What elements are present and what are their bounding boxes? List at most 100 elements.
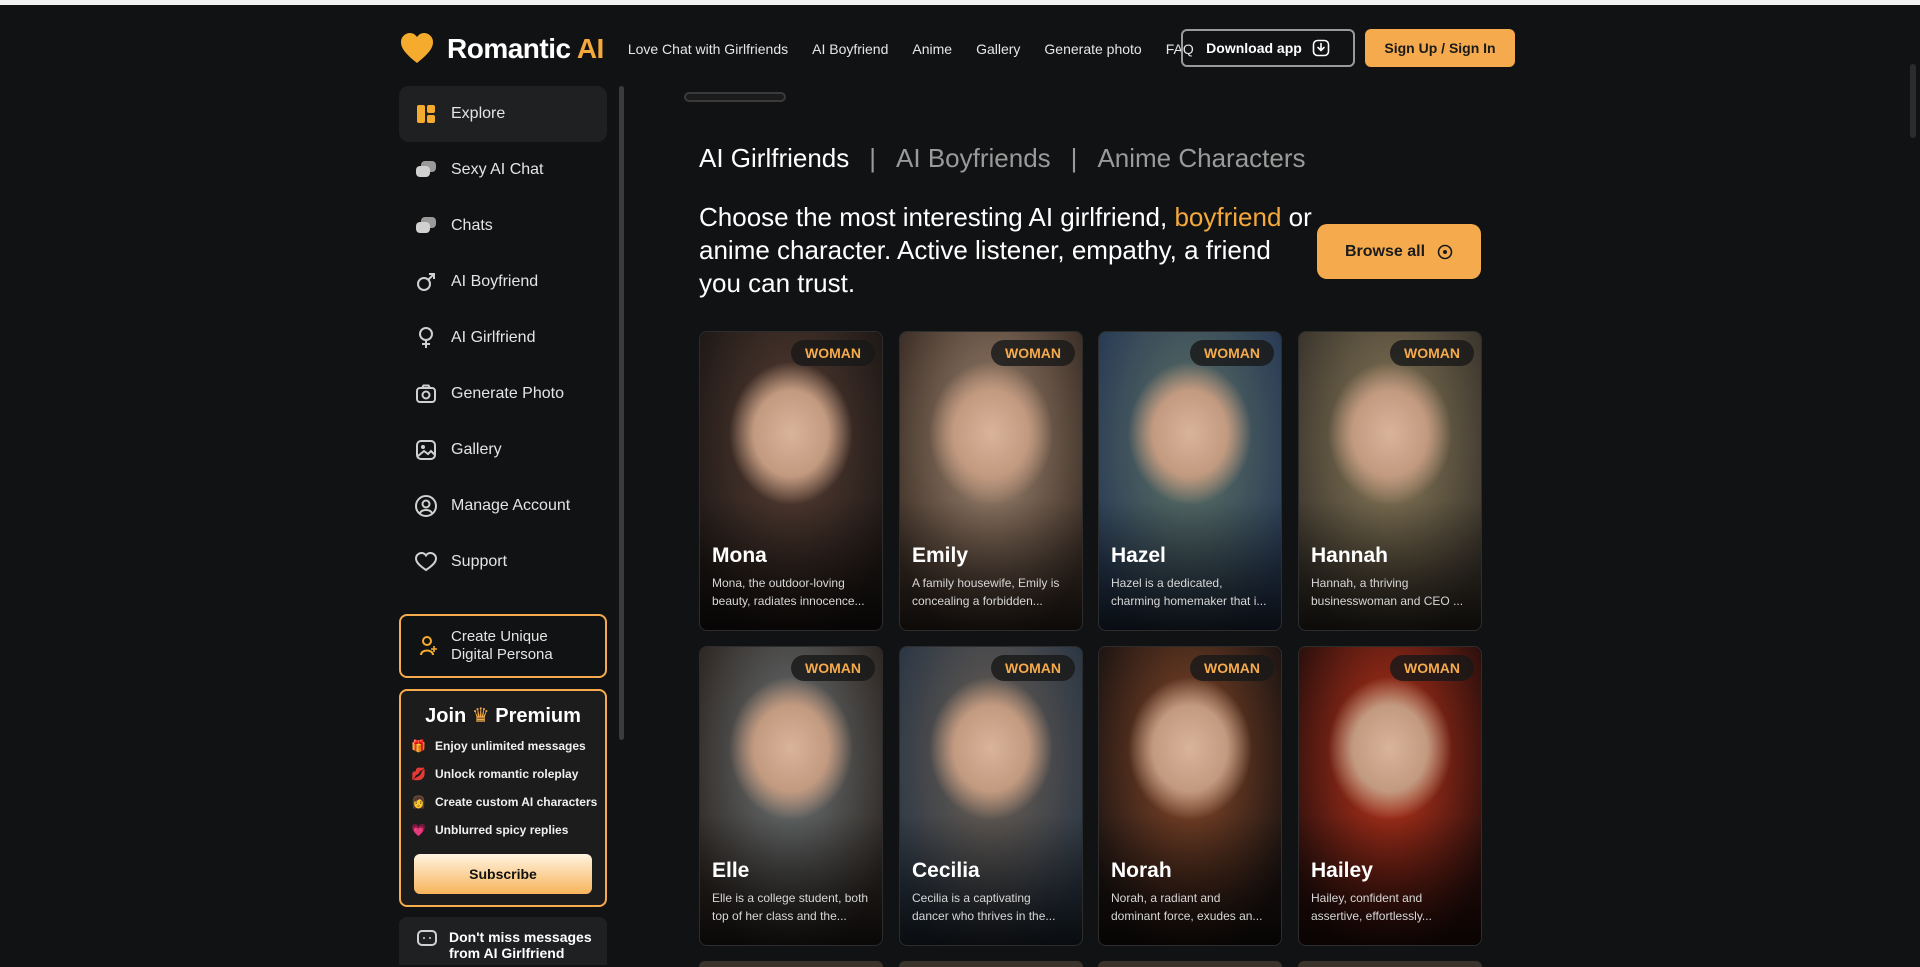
woman-face-icon: 👩 [411, 795, 426, 809]
character-name: Hailey [1311, 859, 1373, 882]
page-scrollbar[interactable] [1910, 64, 1916, 138]
camera-icon [415, 383, 437, 405]
notify-line-1: Don't miss messages [449, 929, 592, 945]
character-card[interactable]: WOMAN Mona Mona, the outdoor-loving beauty… [699, 331, 883, 631]
character-description: Norah, a radiant and dominant force, exu… [1111, 891, 1263, 923]
top-strip [0, 0, 1920, 5]
tab-ai-girlfriends[interactable]: AI Girlfriends [699, 143, 849, 174]
premium-perk: 🎁 Enjoy unlimited messages [411, 736, 605, 756]
sidebar-item-gallery[interactable]: Gallery [399, 422, 607, 478]
gender-badge: WOMAN [1390, 655, 1474, 681]
heart-support-icon [415, 551, 437, 573]
create-persona-button[interactable]: Create Unique Digital Persona [399, 614, 607, 678]
character-card[interactable]: WOMAN Emily A family housewife, Emily is c… [899, 331, 1083, 631]
tab-separator: | [869, 143, 877, 173]
logo[interactable]: Romantic AI [399, 31, 604, 67]
character-name: Mona [712, 544, 767, 567]
sidebar: Explore Sexy AI Chat Chats AI Boyfriend … [399, 86, 607, 590]
page-headline: Choose the most interesting AI girlfrien… [699, 201, 1319, 300]
download-app-label: Download app [1206, 40, 1302, 56]
sidebar-item-ai-girlfriend[interactable]: AI Girlfriend [399, 310, 607, 366]
brand-name: Romantic AI [447, 33, 604, 65]
notify-text: Don't miss messages from AI Girlfriend [449, 929, 592, 961]
character-card[interactable]: WOMAN Hannah Hannah, a thriving businesswo… [1298, 331, 1482, 631]
heart-logo-icon [401, 33, 433, 63]
sidebar-item-explore[interactable]: Explore [399, 86, 607, 142]
tab-separator: | [1070, 143, 1078, 173]
sidebar-item-chats[interactable]: Chats [399, 198, 607, 254]
lips-icon: 💋 [411, 767, 426, 781]
persona-line-2: Digital Persona [451, 646, 553, 663]
sidebar-item-generate-photo[interactable]: Generate Photo [399, 366, 607, 422]
subscribe-button[interactable]: Subscribe [414, 854, 592, 894]
tab-ai-boyfriends[interactable]: AI Boyfriends [896, 143, 1051, 174]
character-name: Elle [712, 859, 750, 882]
sidebar-item-ai-boyfriend[interactable]: AI Boyfriend [399, 254, 607, 310]
crown-icon: ♛ [471, 705, 490, 727]
male-symbol-icon [415, 271, 437, 293]
download-app-button[interactable]: Download app [1181, 29, 1355, 67]
perk-text: Unblurred spicy replies [435, 823, 569, 837]
female-symbol-icon [415, 327, 437, 349]
image-icon [415, 439, 437, 461]
sidebar-item-label: AI Boyfriend [451, 273, 539, 290]
persona-icon [420, 636, 437, 656]
headline-highlight[interactable]: boyfriend [1174, 202, 1281, 232]
character-name: Hannah [1311, 544, 1389, 567]
category-tabs: AI Girlfriends | AI Boyfriends | Anime C… [699, 143, 1306, 174]
persona-text: Create Unique Digital Persona [451, 628, 553, 664]
character-card[interactable]: WOMAN Cecilia Cecilia is a captivating dan… [899, 646, 1083, 946]
character-description: A family housewife, Emily is concealing … [912, 576, 1060, 608]
premium-perk: 💋 Unlock romantic roleplay [411, 764, 605, 784]
card-peek [1298, 961, 1482, 967]
browse-all-label: Browse all [1344, 242, 1426, 260]
premium-card: Join ♛ Premium 🎁 Enjoy unlimited messages… [399, 689, 607, 907]
character-description: Hannah, a thriving businesswoman and CEO… [1311, 576, 1464, 608]
character-description: Mona, the outdoor-loving beauty, radiate… [712, 576, 865, 608]
character-name: Hazel [1111, 544, 1166, 567]
premium-title-premium: Premium [495, 705, 581, 727]
notifications-promo[interactable]: Don't miss messages from AI Girlfriend [399, 917, 607, 965]
sidebar-item-sexy-ai-chat[interactable]: Sexy AI Chat [399, 142, 607, 198]
nav-gallery[interactable]: Gallery [976, 41, 1020, 57]
message-icon [417, 930, 437, 946]
sign-in-button[interactable]: Sign Up / Sign In [1365, 29, 1515, 67]
nav-love-chat[interactable]: Love Chat with Girlfriends [628, 41, 788, 57]
gender-badge: WOMAN [1390, 340, 1474, 366]
perk-text: Unlock romantic roleplay [435, 767, 579, 781]
chat-bubbles-icon [415, 159, 437, 181]
character-card[interactable]: WOMAN Elle Elle is a college student, both… [699, 646, 883, 946]
sidebar-scrollbar[interactable] [619, 86, 624, 740]
sidebar-item-label: Chats [451, 217, 493, 234]
character-description: Cecilia is a captivating dancer who thri… [912, 891, 1056, 923]
brand-main: Romantic [447, 33, 577, 64]
nav-anime[interactable]: Anime [912, 41, 952, 57]
sidebar-item-support[interactable]: Support [399, 534, 607, 590]
gender-badge: WOMAN [791, 340, 875, 366]
premium-perk: 💗 Unblurred spicy replies [411, 820, 605, 840]
tab-anime-characters[interactable]: Anime Characters [1097, 143, 1305, 174]
browse-all-button[interactable]: Browse all [1317, 224, 1481, 279]
premium-title-join: Join [425, 705, 467, 727]
premium-title: Join ♛ Premium [401, 703, 605, 728]
nav-generate-photo[interactable]: Generate photo [1044, 41, 1141, 57]
character-card[interactable]: WOMAN Norah Norah, a radiant and dominant … [1098, 646, 1282, 946]
heart-icon: 💗 [411, 823, 426, 837]
character-card[interactable]: WOMAN Hazel Hazel is a dedicated, charming… [1098, 331, 1282, 631]
perk-text: Create custom AI characters [435, 795, 598, 809]
gift-icon: 🎁 [411, 739, 426, 753]
sidebar-item-label: AI Girlfriend [451, 329, 536, 346]
character-card[interactable]: WOMAN Hailey Hailey, confident and asserti… [1298, 646, 1482, 946]
perk-text: Enjoy unlimited messages [435, 739, 586, 753]
sidebar-item-label: Explore [451, 105, 506, 122]
brand-ai: AI [576, 33, 605, 64]
sidebar-item-manage-account[interactable]: Manage Account [399, 478, 607, 534]
nav-ai-boyfriend[interactable]: AI Boyfriend [812, 41, 888, 57]
premium-perk: 👩 Create custom AI characters [411, 792, 605, 812]
persona-line-1: Create Unique [451, 628, 548, 645]
sidebar-item-label: Generate Photo [451, 385, 564, 402]
card-peek [699, 961, 883, 967]
card-peek [899, 961, 1083, 967]
top-nav: Love Chat with Girlfriends AI Boyfriend … [628, 41, 1218, 57]
sidebar-item-label: Manage Account [451, 497, 571, 514]
